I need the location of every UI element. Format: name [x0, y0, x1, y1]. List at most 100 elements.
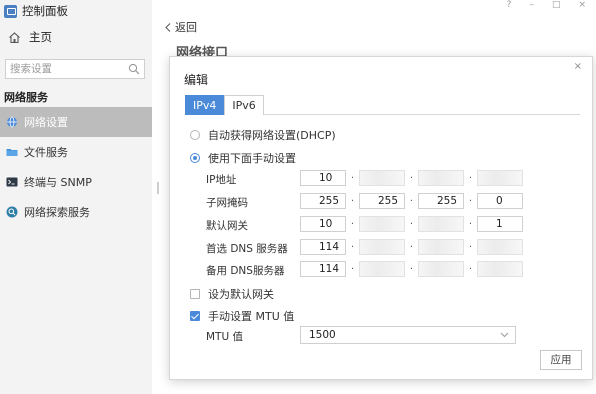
octet-separator: · — [409, 218, 414, 230]
dns2-octet-3[interactable] — [418, 261, 464, 277]
back-label: 返回 — [175, 21, 197, 34]
maximize-button[interactable]: □ — [552, 0, 561, 10]
mask-octet-4[interactable]: 0 — [477, 193, 523, 209]
globe-icon — [7, 116, 17, 128]
mtu-checkbox-label: 手动设置 MTU 值 — [208, 310, 295, 323]
mtu-checkbox[interactable] — [190, 311, 200, 321]
manual-radio[interactable] — [190, 153, 200, 163]
sidebar-item-file-services[interactable]: 文件服务 — [0, 137, 152, 167]
mask-octet-2[interactable]: 255 — [359, 193, 405, 209]
octet-separator: · — [350, 218, 355, 230]
chevron-left-icon — [165, 22, 171, 32]
octet-separator: · — [350, 172, 355, 184]
gateway-octet-1[interactable]: 10 — [300, 216, 346, 232]
octet-separator: · — [409, 241, 414, 253]
dns1-octet-4[interactable] — [477, 239, 523, 255]
ip-octet-3[interactable] — [418, 170, 464, 186]
gateway-octet-4[interactable]: 1 — [477, 216, 523, 232]
back-link[interactable]: 返回 — [165, 19, 197, 35]
mask-octet-3[interactable]: 255 — [418, 193, 464, 209]
ip-octet-1[interactable]: 10 — [300, 170, 346, 186]
edit-dialog: 编辑 × IPv4 IPv6 自动获得网络设置(DHCP) 使用下面手动设置 I… — [169, 56, 593, 380]
subnet-mask-input: 255 · 255 · 255 · 0 — [300, 193, 523, 209]
octet-separator: · — [350, 263, 355, 275]
dialog-title: 编辑 — [184, 73, 209, 87]
sidebar-item-network-discovery[interactable]: 网络探索服务 — [0, 197, 152, 227]
gateway-octet-2[interactable] — [359, 216, 405, 232]
mask-octet-1[interactable]: 255 — [300, 193, 346, 209]
dns1-octet-3[interactable] — [418, 239, 464, 255]
alternate-dns-input: 114 · · · — [300, 261, 523, 277]
ip-octet-2[interactable] — [359, 170, 405, 186]
dns1-octet-2[interactable] — [359, 239, 405, 255]
dns1-label: 首选 DNS 服务器 — [206, 243, 288, 255]
sidebar-item-label: 终端与 SNMP — [24, 176, 92, 189]
folder-icon — [6, 149, 18, 156]
app-title-text: 控制面板 — [22, 4, 68, 18]
ip-address-input: 10 · · · — [300, 170, 523, 186]
octet-separator: · — [468, 195, 473, 207]
octet-separator: · — [409, 172, 414, 184]
control-panel-icon — [4, 4, 17, 18]
help-button[interactable]: ? — [507, 0, 512, 10]
gateway-input: 10 · · · 1 — [300, 216, 523, 232]
octet-separator: · — [468, 172, 473, 184]
home-icon — [9, 31, 20, 43]
terminal-icon — [6, 177, 18, 187]
octet-separator: · — [468, 241, 473, 253]
window-controls: ? – □ × — [507, 0, 586, 10]
sidebar: 控制面板 主页 网络服务 网络设置 文件服务 — [0, 0, 152, 394]
close-icon[interactable]: × — [574, 61, 582, 72]
chevron-down-icon — [500, 332, 509, 338]
mtu-value: 1500 — [309, 329, 336, 341]
octet-separator: · — [350, 241, 355, 253]
search-box — [5, 59, 145, 79]
mtu-label: MTU 值 — [206, 331, 243, 343]
gateway-octet-3[interactable] — [418, 216, 464, 232]
tab-ipv4[interactable]: IPv4 — [185, 95, 225, 115]
dns2-octet-4[interactable] — [477, 261, 523, 277]
sidebar-item-label: 文件服务 — [24, 146, 68, 159]
mtu-select[interactable]: 1500 — [300, 326, 516, 344]
octet-separator: · — [409, 263, 414, 275]
app-title: 控制面板 — [4, 2, 68, 20]
default-gateway-label: 设为默认网关 — [208, 288, 274, 301]
mask-label: 子网掩码 — [206, 197, 248, 209]
sidebar-item-label: 网络探索服务 — [24, 206, 90, 219]
mtu-option[interactable]: 手动设置 MTU 值 — [190, 308, 294, 324]
gateway-label: 默认网关 — [206, 220, 248, 232]
octet-separator: · — [468, 218, 473, 230]
apply-button[interactable]: 应用 — [540, 350, 582, 370]
octet-separator: · — [350, 195, 355, 207]
dns2-octet-2[interactable] — [359, 261, 405, 277]
home-label: 主页 — [29, 30, 52, 44]
close-window-button[interactable]: × — [578, 0, 586, 10]
ip-label: IP地址 — [206, 174, 237, 186]
dns2-octet-1[interactable]: 114 — [300, 261, 346, 277]
ip-tabs: IPv4 IPv6 — [185, 95, 580, 115]
dns2-label: 备用 DNS服务器 — [206, 265, 285, 277]
default-gateway-checkbox[interactable] — [190, 289, 200, 299]
octet-separator: · — [409, 195, 414, 207]
section-title: 网络服务 — [4, 91, 48, 104]
octet-separator: · — [468, 263, 473, 275]
tab-ipv6[interactable]: IPv6 — [224, 95, 264, 115]
sidebar-item-network-settings[interactable]: 网络设置 — [0, 107, 152, 137]
option-dhcp[interactable]: 自动获得网络设置(DHCP) — [190, 127, 336, 143]
sidebar-item-terminal-snmp[interactable]: 终端与 SNMP — [0, 167, 152, 197]
sidebar-item-home[interactable]: 主页 — [8, 27, 52, 47]
pane-splitter[interactable] — [157, 182, 159, 194]
option-manual-label: 使用下面手动设置 — [208, 152, 296, 165]
ip-octet-4[interactable] — [477, 170, 523, 186]
option-dhcp-label: 自动获得网络设置(DHCP) — [208, 129, 336, 142]
dns1-octet-1[interactable]: 114 — [300, 239, 346, 255]
dhcp-radio[interactable] — [190, 130, 200, 140]
default-gateway-option[interactable]: 设为默认网关 — [190, 286, 274, 302]
search-input[interactable] — [6, 60, 124, 78]
minimize-button[interactable]: – — [529, 0, 534, 10]
preferred-dns-input: 114 · · · — [300, 239, 523, 255]
search-circle-icon — [6, 206, 18, 218]
sidebar-item-label: 网络设置 — [24, 116, 68, 129]
search-icon[interactable] — [128, 63, 140, 75]
option-manual[interactable]: 使用下面手动设置 — [190, 150, 296, 166]
